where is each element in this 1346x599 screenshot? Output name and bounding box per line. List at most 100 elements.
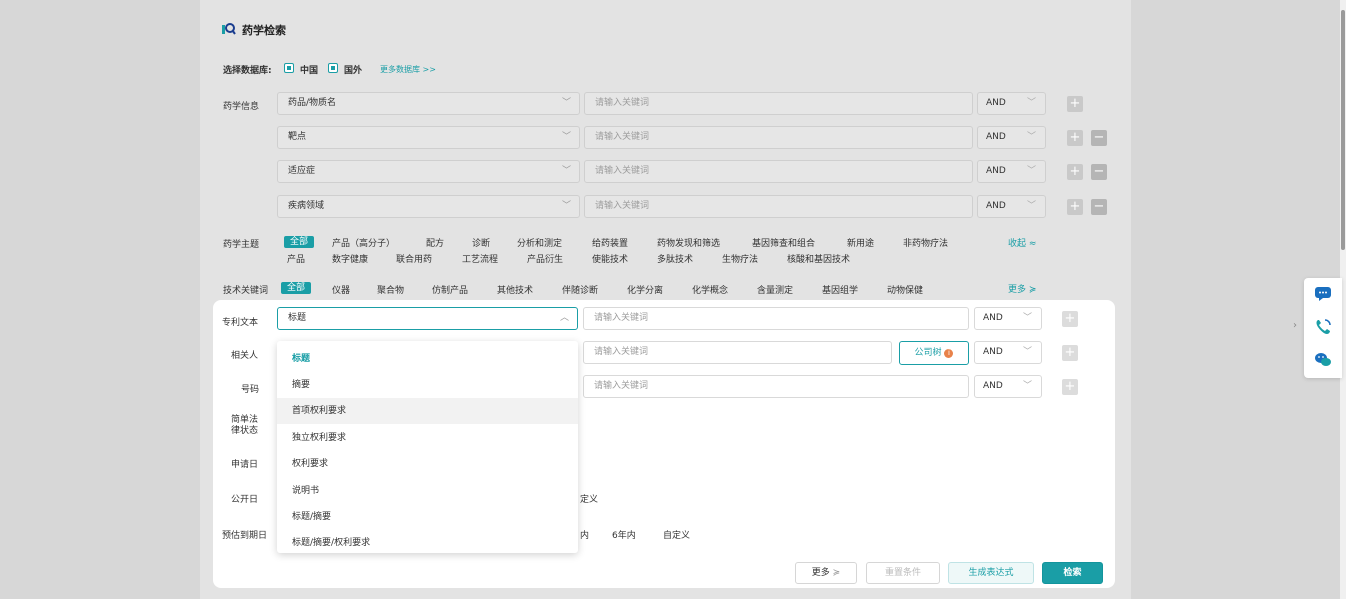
expire-option[interactable]: 内 [580,528,589,541]
search-logo-icon [222,22,236,36]
topic-tag[interactable]: 使能技术 [592,252,628,265]
pub-date-custom-option[interactable]: 定义 [580,492,598,505]
remove-row-button[interactable]: − [1091,199,1107,215]
number-operator-select[interactable]: AND ﹀ [974,375,1042,398]
tech-tag[interactable]: 其他技术 [497,283,533,296]
add-row-button[interactable]: + [1062,345,1078,361]
tech-tag[interactable]: 含量测定 [757,283,793,296]
expire-option[interactable]: 6年内 [612,528,636,541]
chevron-down-icon: ﹀ [1022,313,1032,323]
add-row-button[interactable]: + [1067,164,1083,180]
more-options-button[interactable]: 更多 ≽ [795,562,857,584]
pub-date-label: 公开日 [231,495,259,505]
topic-tag[interactable]: 非药物疗法 [903,236,948,249]
pharma-field-select-2[interactable]: 靶点 ﹀ [277,126,580,149]
dropdown-option[interactable]: 标题 [277,346,578,372]
tech-all-tag[interactable]: 全部 [281,282,312,294]
number-keyword-input[interactable]: 请输入关键词 [583,375,969,398]
pharma-keyword-input-3[interactable]: 请输入关键词 [584,160,973,183]
tech-tag[interactable]: 聚合物 [377,283,404,296]
tech-tag[interactable]: 仿制产品 [432,283,468,296]
patent-operator-select[interactable]: AND ﹀ [974,307,1042,330]
topic-tag[interactable]: 产品 [287,252,305,265]
scrollbar-thumb[interactable] [1341,10,1345,250]
tech-tag[interactable]: 动物保健 [887,283,923,296]
remove-row-button[interactable]: − [1091,164,1107,180]
add-row-button[interactable]: + [1062,379,1078,395]
topic-tag[interactable]: 生物疗法 [722,252,758,265]
tech-tag[interactable]: 伴随诊断 [562,283,598,296]
topic-all-tag[interactable]: 全部 [284,236,315,248]
topic-tag[interactable]: 数字健康 [332,252,368,265]
topics-collapse-link[interactable]: 收起 ≈ [1008,236,1036,249]
pharma-operator-select-2[interactable]: AND ﹀ [977,126,1046,149]
dropdown-option[interactable]: 标题/摘要/权利要求 [277,530,578,556]
database-foreign-checkbox[interactable] [328,63,338,76]
dropdown-option[interactable]: 摘要 [277,372,578,398]
patent-text-label: 专利文本 [222,318,259,328]
phone-icon[interactable] [1314,318,1332,339]
topic-tag[interactable]: 给药装置 [592,236,628,249]
dropdown-option[interactable]: 首项权利要求 [277,398,578,424]
topic-tag[interactable]: 核酸和基因技术 [787,252,850,265]
pharma-keyword-input-4[interactable]: 请输入关键词 [584,195,973,218]
pharma-info-label: 药学信息 [223,102,260,112]
expire-option[interactable]: 自定义 [663,528,690,541]
company-tree-button[interactable]: 公司树 i [899,341,969,365]
topic-tag[interactable]: 产品（高分子） [332,236,395,249]
dropdown-option[interactable]: 说明书 [277,478,578,504]
topic-tag[interactable]: 配方 [426,236,444,249]
search-button[interactable]: 检索 [1042,562,1103,584]
remove-row-button[interactable]: − [1091,130,1107,146]
pharma-operator-select-3[interactable]: AND ﹀ [977,160,1046,183]
pharma-operator-select-1[interactable]: AND ﹀ [977,92,1046,115]
chat-bubble-icon[interactable] [1314,286,1332,305]
topic-tag[interactable]: 新用途 [847,236,874,249]
topic-tag[interactable]: 工艺流程 [462,252,498,265]
database-foreign-label: 国外 [344,66,363,76]
topic-tag[interactable]: 诊断 [472,236,490,249]
topic-tag[interactable]: 多肽技术 [657,252,693,265]
topic-tag[interactable]: 分析和测定 [517,236,562,249]
wechat-icon[interactable] [1314,352,1332,371]
dropdown-option[interactable]: 独立权利要求 [277,425,578,451]
add-row-button[interactable]: + [1062,311,1078,327]
dropdown-option[interactable]: 标题/摘要 [277,504,578,530]
applicant-keyword-input[interactable]: 请输入关键词 [583,341,892,364]
field-dropdown-menu: 标题 摘要 首项权利要求 独立权利要求 权利要求 说明书 标题/摘要 标题/摘要… [277,341,578,553]
pharma-field-select-4[interactable]: 疾病领域 ﹀ [277,195,580,218]
pharma-operator-select-4[interactable]: AND ﹀ [977,195,1046,218]
tech-tag[interactable]: 化学概念 [692,283,728,296]
pharma-keyword-input-1[interactable]: 请输入关键词 [584,92,973,115]
add-row-button[interactable]: + [1067,130,1083,146]
tech-tag[interactable]: 仪器 [332,283,350,296]
pharma-keyword-input-2[interactable]: 请输入关键词 [584,126,973,149]
database-china-checkbox[interactable] [284,63,294,76]
patent-field-select[interactable]: 标题 ︿ [277,307,578,330]
chevron-down-icon: ﹀ [561,166,571,176]
add-row-button[interactable]: + [1067,199,1083,215]
applicant-label: 相关人 [231,351,259,361]
generate-expression-button[interactable]: 生成表达式 [948,562,1034,584]
reset-button[interactable]: 重置条件 [866,562,940,584]
topics-label: 药学主题 [223,240,260,250]
pharma-field-select-1[interactable]: 药品/物质名 ﹀ [277,92,580,115]
page-title: 药学检索 [242,24,286,37]
more-databases-link[interactable]: 更多数据库 >> [380,64,436,75]
tech-tag[interactable]: 化学分离 [627,283,663,296]
chevron-down-icon: ﹀ [1022,381,1032,391]
add-row-button[interactable]: + [1067,96,1083,112]
expand-side-panel-icon[interactable]: › [1293,320,1297,331]
topic-tag[interactable]: 联合用药 [396,252,432,265]
topic-tag[interactable]: 产品衍生 [527,252,563,265]
patent-keyword-input[interactable]: 请输入关键词 [583,307,969,330]
tech-more-link[interactable]: 更多 ≽ [1008,282,1036,295]
topic-tag[interactable]: 基因筛查和组合 [752,236,815,249]
pharma-field-select-3[interactable]: 适应症 ﹀ [277,160,580,183]
chevron-down-icon: ﹀ [1026,201,1036,211]
applicant-operator-select[interactable]: AND ﹀ [974,341,1042,364]
chevron-down-icon: ﹀ [1022,347,1032,357]
tech-tag[interactable]: 基因组学 [822,283,858,296]
dropdown-option[interactable]: 权利要求 [277,451,578,477]
topic-tag[interactable]: 药物发现和筛选 [657,236,720,249]
